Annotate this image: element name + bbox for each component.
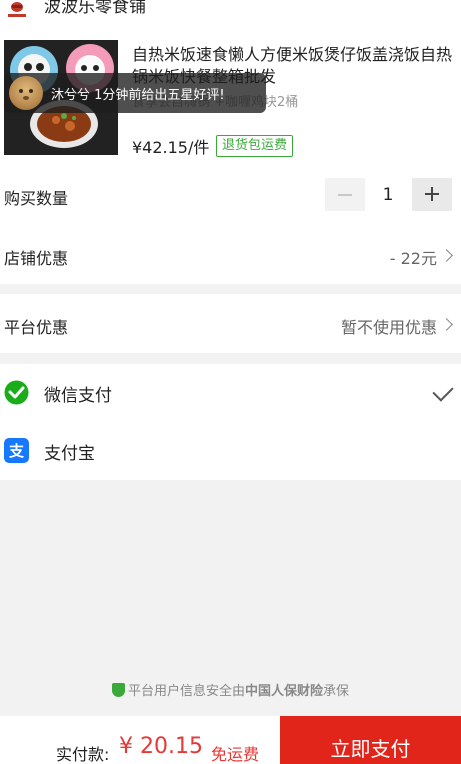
review-toast: 沐兮兮 1分钟前给出五星好评! bbox=[4, 73, 266, 113]
shield-check-icon bbox=[111, 683, 125, 697]
security-text: 平台用户信息安全由 bbox=[127, 684, 245, 699]
total-label: 实付款: bbox=[56, 745, 110, 764]
payment-option-alipay[interactable]: 支 支付宝 bbox=[0, 422, 461, 480]
free-shipping-label: 免运费 bbox=[211, 745, 260, 764]
toast-text: 沐兮兮 1分钟前给出五星好评! bbox=[51, 88, 225, 103]
avatar bbox=[9, 76, 43, 110]
shop-discount-value: - 22元 bbox=[389, 249, 437, 268]
product-price: ¥42.15/件 bbox=[132, 138, 210, 157]
payment-label-alipay: 支付宝 bbox=[44, 444, 95, 464]
wechat-pay-icon bbox=[4, 380, 29, 405]
shop-logo-icon bbox=[8, 2, 26, 17]
checkmark-icon bbox=[432, 380, 454, 402]
shop-name[interactable]: 波波乐零食铺 bbox=[44, 0, 146, 18]
svg-text:支: 支 bbox=[8, 442, 25, 460]
insurer-name: 中国人保财险 bbox=[244, 684, 323, 699]
pay-now-button[interactable]: 立即支付 bbox=[280, 716, 461, 764]
quantity-decrease-button[interactable] bbox=[325, 178, 365, 211]
alipay-icon: 支 bbox=[4, 438, 29, 463]
platform-discount-label: 平台优惠 bbox=[4, 318, 69, 337]
security-notice: 平台用户信息安全由中国人保财险承保 bbox=[0, 680, 461, 699]
chevron-right-icon bbox=[440, 249, 453, 262]
shop-discount-label: 店铺优惠 bbox=[4, 249, 69, 268]
quantity-increase-button[interactable] bbox=[412, 178, 452, 211]
total-amount: ¥ 20.15 bbox=[119, 734, 203, 759]
shop-header: 波波乐零食铺 bbox=[0, 0, 461, 30]
payment-option-wechat[interactable]: 微信支付 bbox=[0, 364, 461, 422]
quantity-row: 购买数量 1 bbox=[0, 164, 461, 226]
checkout-footer: 实付款: ¥ 20.15 免运费 立即支付 bbox=[0, 716, 461, 764]
refund-badge: 退货包运费 bbox=[216, 135, 294, 157]
security-suffix: 承保 bbox=[323, 684, 350, 699]
chevron-right-icon bbox=[440, 318, 453, 331]
cat-avatar-icon bbox=[19, 89, 33, 100]
shop-discount-row[interactable]: 店铺优惠 - 22元 bbox=[0, 226, 461, 284]
quantity-label: 购买数量 bbox=[4, 189, 69, 208]
platform-discount-value: 暂不使用优惠 bbox=[340, 318, 437, 337]
quantity-value[interactable]: 1 bbox=[372, 185, 404, 205]
payment-label-wechat: 微信支付 bbox=[44, 386, 112, 406]
platform-discount-row[interactable]: 平台优惠 暂不使用优惠 bbox=[0, 294, 461, 353]
